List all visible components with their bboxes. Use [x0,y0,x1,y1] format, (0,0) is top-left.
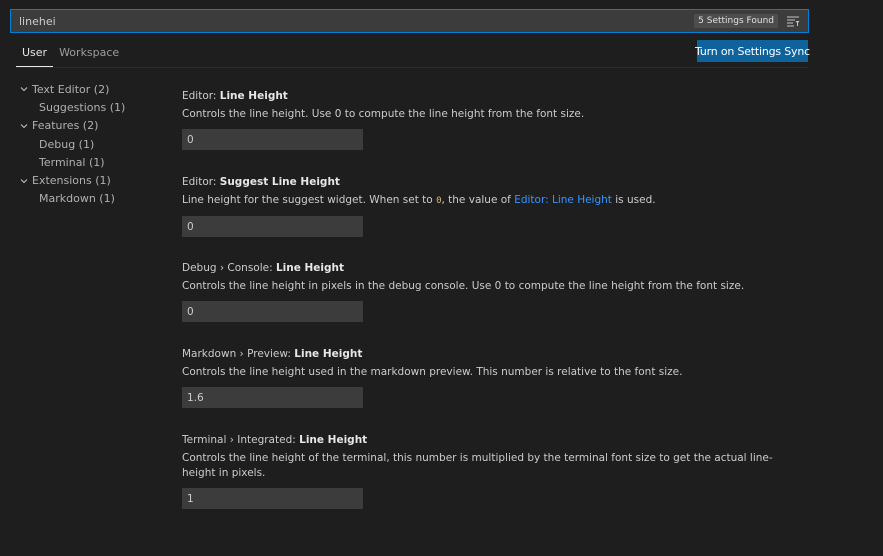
setting-value-input[interactable] [182,488,363,509]
tabs-divider [16,67,808,68]
setting-debug-console-line-height: Debug › Console: Line Height Controls th… [182,260,808,322]
toc-item-terminal[interactable]: Terminal (1) [16,153,166,171]
setting-title: Debug › Console: Line Height [182,260,808,276]
toc-item-label: Markdown (1) [39,192,115,206]
toc-item-extensions[interactable]: Extensions (1) [16,171,166,189]
setting-description: Controls the line height in pixels in th… [182,280,745,292]
toc-item-text-editor[interactable]: Text Editor (2) [16,80,166,98]
setting-value-input[interactable] [182,301,363,322]
toc-item-label: Debug (1) [39,137,95,151]
description-text: , the value of [441,194,515,206]
setting-title: Terminal › Integrated: Line Height [182,432,808,448]
settings-scope-tabs: User Workspace [16,40,125,67]
tab-user[interactable]: User [16,40,54,67]
toc-item-label: Features (2) [32,119,99,133]
settings-toc: Text Editor (2) Suggestions (1) Features… [16,80,166,208]
setting-description: Controls the line height of the terminal… [182,452,773,479]
setting-key: Line Height [294,348,363,360]
chevron-down-icon [16,176,32,186]
setting-markdown-preview-line-height: Markdown › Preview: Line Height Controls… [182,346,808,408]
toc-item-label: Suggestions (1) [39,100,126,114]
setting-key: Line Height [299,434,368,446]
setting-description: Controls the line height used in the mar… [182,366,683,378]
setting-category: Debug › Console: [182,262,276,274]
setting-value-input[interactable] [182,129,363,150]
setting-category: Editor: [182,90,220,102]
setting-value-input[interactable] [182,216,363,237]
toc-item-debug[interactable]: Debug (1) [16,135,166,153]
setting-category: Markdown › Preview: [182,348,295,360]
toc-item-suggestions[interactable]: Suggestions (1) [16,98,166,116]
description-text: is used. [611,194,656,206]
toc-item-label: Extensions (1) [32,174,111,188]
setting-key: Line Height [275,262,345,274]
setting-terminal-integrated-line-height: Terminal › Integrated: Line Height Contr… [182,432,808,509]
tab-workspace[interactable]: Workspace [53,40,125,67]
setting-editor-line-height: Editor: Line Height Controls the line he… [182,88,808,150]
toc-item-label: Text Editor (2) [32,82,110,96]
chevron-down-icon [16,121,32,131]
setting-editor-suggest-line-height: Editor: Suggest Line Height Line height … [182,174,808,237]
toc-item-features[interactable]: Features (2) [16,117,166,135]
toc-item-markdown[interactable]: Markdown (1) [16,190,166,208]
setting-description: Controls the line height. Use 0 to compu… [182,108,585,120]
setting-category: Terminal › Integrated: [182,434,300,446]
turn-on-settings-sync-button[interactable]: Turn on Settings Sync [695,40,810,62]
settings-search-input[interactable] [11,10,695,32]
settings-search-box[interactable]: 5 Settings Found [10,9,809,33]
setting-category: Editor: [182,176,220,188]
setting-title: Editor: Suggest Line Height [182,174,808,190]
chevron-down-icon [16,84,32,94]
description-text: Line height for the suggest widget. When… [182,194,437,206]
setting-title: Markdown › Preview: Line Height [182,346,808,362]
setting-value-input[interactable] [182,387,363,408]
toc-item-label: Terminal (1) [39,155,105,169]
setting-title: Editor: Line Height [182,88,808,104]
filter-settings-icon[interactable] [784,12,802,30]
setting-key: Suggest Line Height [219,176,340,188]
results-count-badge: 5 Settings Found [694,14,778,28]
setting-link-editor-line-height[interactable]: Editor: Line Height [514,194,612,206]
setting-key: Line Height [219,90,288,102]
setting-description: Line height for the suggest widget. When… [182,193,782,209]
